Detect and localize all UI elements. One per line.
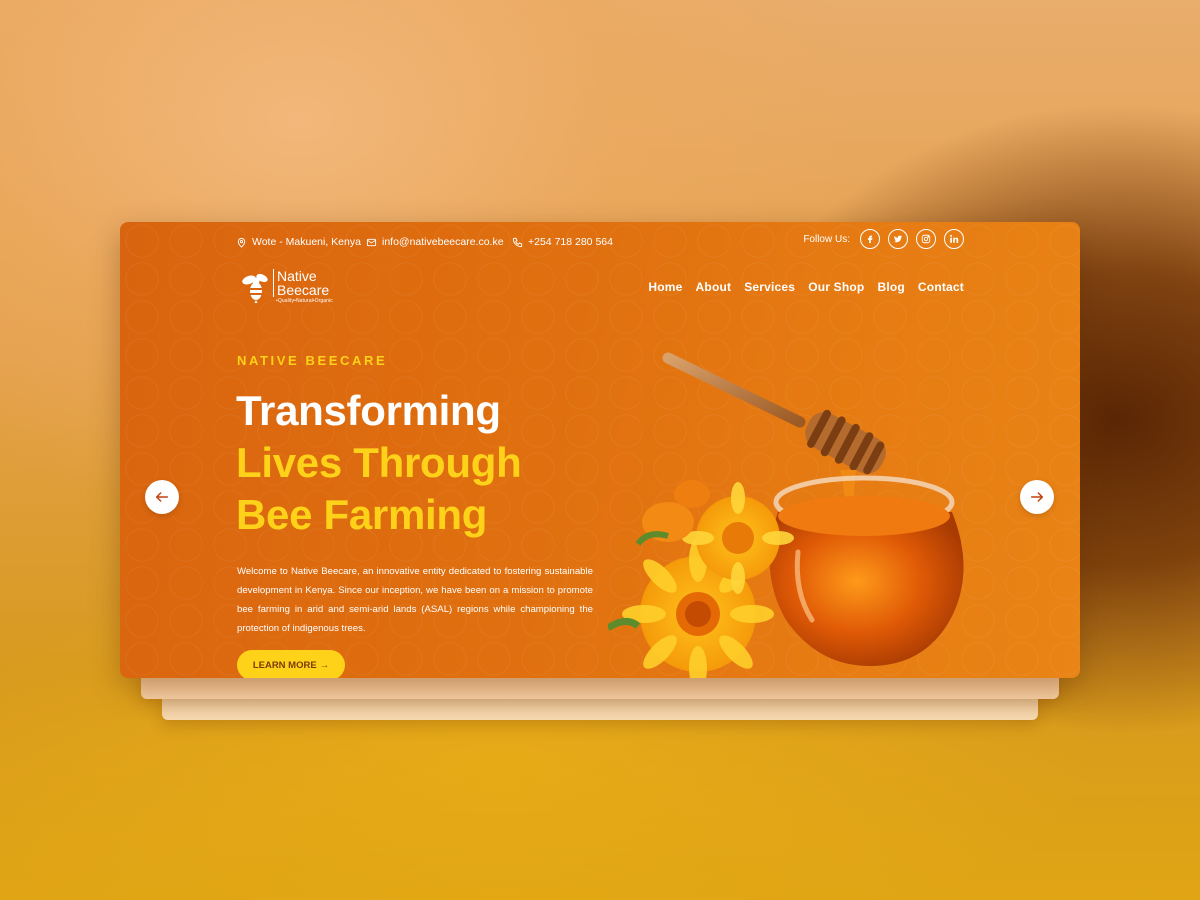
nav-about[interactable]: About: [696, 280, 732, 294]
twitter-icon[interactable]: [888, 229, 908, 249]
learn-more-label: LEARN MORE: [252, 659, 317, 671]
hero-card: Wote - Makueni, Kenya info@nativebeecare…: [120, 222, 1080, 678]
hero-title-line1: Transforming: [236, 387, 501, 434]
main-nav: Home About Services Our Shop Blog Contac…: [648, 280, 964, 294]
nav-services[interactable]: Services: [744, 280, 795, 294]
bee-logo-icon: [242, 273, 268, 303]
learn-more-button[interactable]: LEARN MORE →: [237, 650, 345, 678]
nav-our-shop[interactable]: Our Shop: [808, 280, 864, 294]
email-link[interactable]: info@nativebeecare.co.ke: [382, 236, 504, 248]
location-contact: Wote - Makueni, Kenya: [236, 236, 361, 248]
logo-wordmark: Native Beecare: [273, 269, 329, 297]
social-follow: Follow Us:: [803, 229, 964, 249]
logo-line2: Beecare: [277, 282, 330, 298]
hero-title-line3: Bee Farming: [236, 491, 488, 538]
arrow-right-icon: [1030, 492, 1044, 502]
honey-jar-illustration: [608, 352, 964, 678]
top-bar: Wote - Makueni, Kenya info@nativebeecare…: [236, 229, 964, 252]
follow-label: Follow Us:: [803, 233, 850, 245]
phone-icon: [512, 237, 523, 247]
nav-blog[interactable]: Blog: [877, 280, 904, 294]
linkedin-icon[interactable]: [944, 229, 964, 249]
phone-link[interactable]: +254 718 280 564: [528, 236, 613, 248]
nav-contact[interactable]: Contact: [918, 280, 964, 294]
brand-logo[interactable]: Native Beecare •Quality•Natural•Organic: [240, 268, 340, 308]
logo-tagline: •Quality•Natural•Organic: [276, 298, 333, 304]
logo-line1: Native: [277, 268, 317, 284]
mail-icon: [366, 238, 377, 246]
location-text: Wote - Makueni, Kenya: [252, 236, 361, 248]
arrow-left-icon: [155, 492, 169, 502]
carousel-prev-button[interactable]: [145, 480, 179, 514]
map-pin-icon: [237, 237, 246, 248]
hero-eyebrow: NATIVE BEECARE: [237, 353, 388, 368]
instagram-icon[interactable]: [916, 229, 936, 249]
hero-description: Welcome to Native Beecare, an innovative…: [237, 565, 593, 634]
arrow-right-icon: →: [319, 659, 330, 671]
phone-contact[interactable]: +254 718 280 564: [512, 236, 613, 248]
hero-title-line2: Lives Through: [236, 439, 522, 486]
email-contact[interactable]: info@nativebeecare.co.ke: [366, 236, 504, 248]
facebook-icon[interactable]: [860, 229, 880, 249]
carousel-next-button[interactable]: [1020, 480, 1054, 514]
nav-home[interactable]: Home: [648, 280, 682, 294]
